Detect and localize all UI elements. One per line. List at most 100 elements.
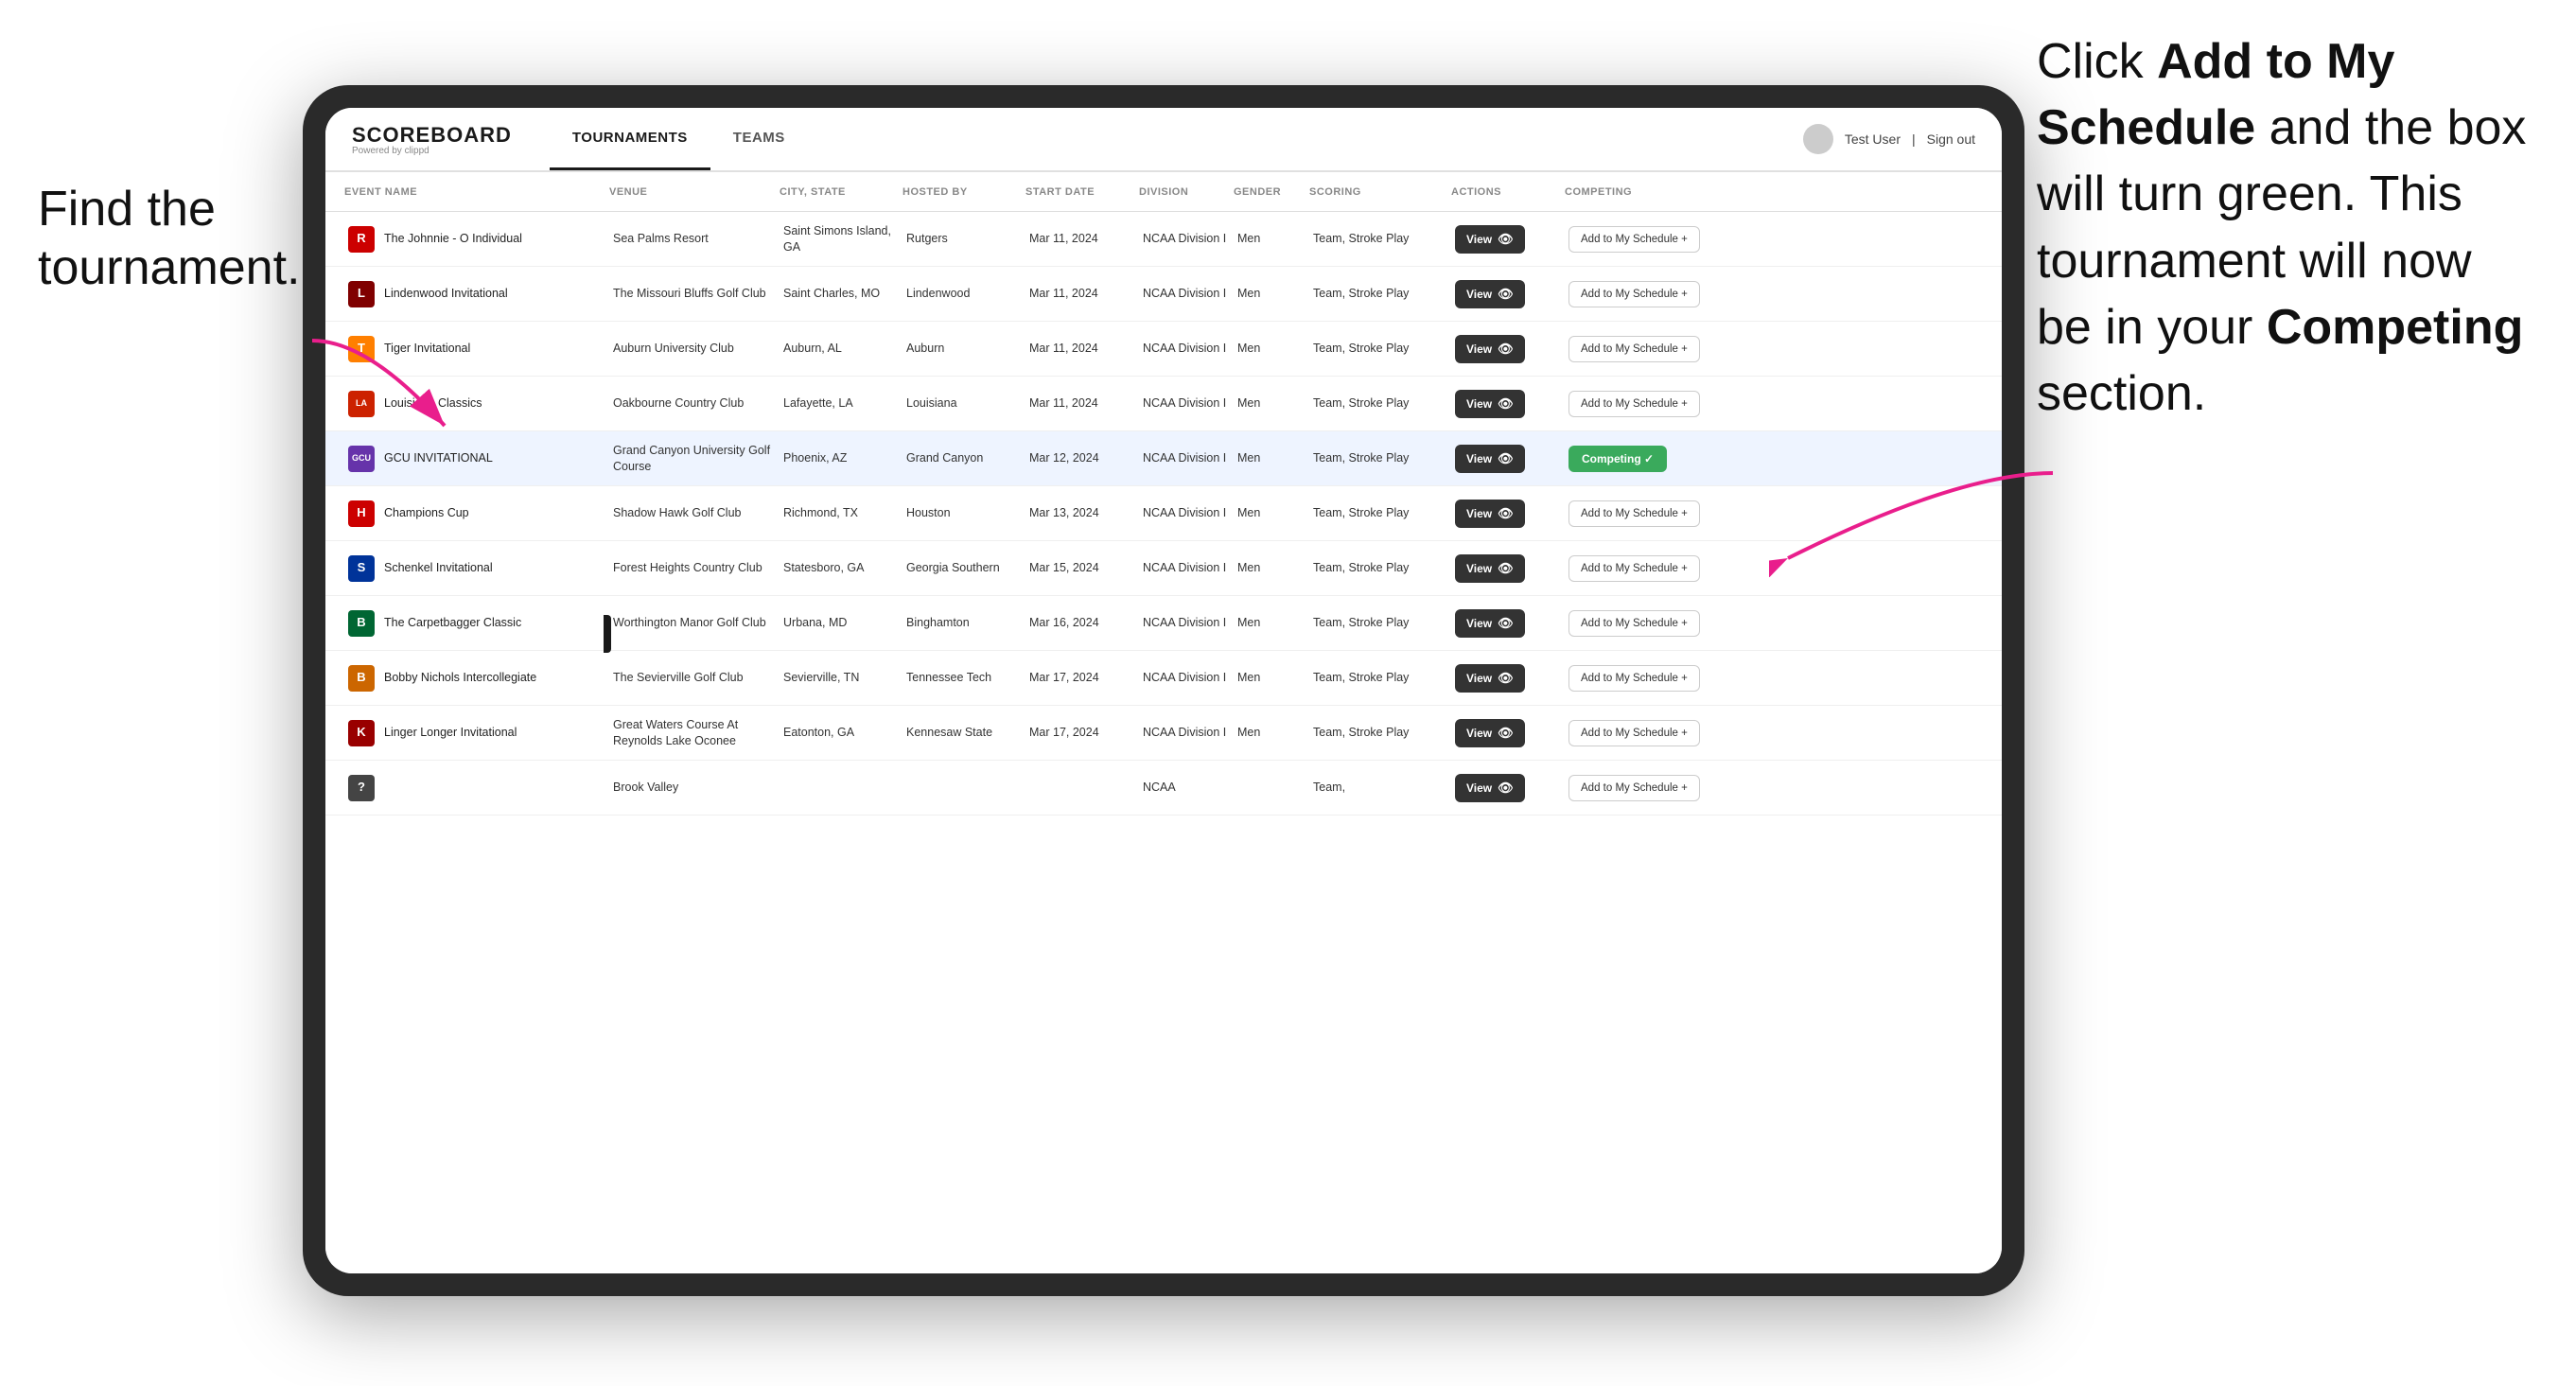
add-to-schedule-button[interactable]: Add to My Schedule + <box>1568 555 1700 582</box>
table-row: KLinger Longer InvitationalGreat Waters … <box>325 706 2002 761</box>
table-row: RThe Johnnie - O IndividualSea Palms Res… <box>325 212 2002 267</box>
competing-button[interactable]: Competing ✓ <box>1568 446 1667 472</box>
division-cell: NCAA Division I <box>1139 445 1234 471</box>
view-button[interactable]: View 👁 <box>1455 609 1525 638</box>
hosted-by-cell <box>902 782 1025 794</box>
actions-cell: View 👁 <box>1451 549 1565 588</box>
scoring-cell: Team, Stroke Play <box>1309 719 1451 746</box>
gender-cell: Men <box>1234 664 1309 691</box>
view-button[interactable]: View 👁 <box>1455 390 1525 418</box>
competing-cell: Add to My Schedule + <box>1565 605 1754 642</box>
annotation-right: Click Add to My Schedule and the box wil… <box>2037 28 2529 427</box>
scoring-cell: Team, Stroke Play <box>1309 335 1451 361</box>
view-button[interactable]: View 👁 <box>1455 554 1525 583</box>
nav-right: Test User | Sign out <box>1803 124 1975 154</box>
add-to-schedule-button[interactable]: Add to My Schedule + <box>1568 610 1700 637</box>
view-button[interactable]: View 👁 <box>1455 335 1525 363</box>
competing-cell: Add to My Schedule + <box>1565 769 1754 807</box>
scoring-cell: Team, Stroke Play <box>1309 390 1451 416</box>
view-button[interactable]: View 👁 <box>1455 774 1525 802</box>
add-to-schedule-button[interactable]: Add to My Schedule + <box>1568 226 1700 253</box>
col-start-date: START DATE <box>1025 186 1139 198</box>
add-to-schedule-button[interactable]: Add to My Schedule + <box>1568 391 1700 417</box>
city-cell: Urbana, MD <box>780 609 902 636</box>
hosted-by-cell: Georgia Southern <box>902 554 1025 581</box>
competing-cell: Add to My Schedule + <box>1565 495 1754 533</box>
team-logo: H <box>348 500 375 527</box>
add-to-schedule-button[interactable]: Add to My Schedule + <box>1568 281 1700 307</box>
start-date-cell: Mar 15, 2024 <box>1025 554 1139 581</box>
competing-cell: Add to My Schedule + <box>1565 550 1754 588</box>
division-cell: NCAA Division I <box>1139 390 1234 416</box>
event-name-cell: RThe Johnnie - O Individual <box>344 220 609 258</box>
add-to-schedule-button[interactable]: Add to My Schedule + <box>1568 500 1700 527</box>
gender-cell: Men <box>1234 280 1309 307</box>
sign-out-link[interactable]: Sign out <box>1927 132 1975 147</box>
nav-bar: SCOREBOARD Powered by clippd TOURNAMENTS… <box>325 108 2002 172</box>
view-button[interactable]: View 👁 <box>1455 664 1525 693</box>
event-name-cell: GCUGCU INVITATIONAL <box>344 440 609 478</box>
table-row: TTiger InvitationalAuburn University Clu… <box>325 322 2002 377</box>
event-name-cell: HChampions Cup <box>344 495 609 533</box>
table-area: EVENT NAME VENUE CITY, STATE HOSTED BY S… <box>325 172 2002 1273</box>
view-button[interactable]: View 👁 <box>1455 500 1525 528</box>
tablet-frame: SCOREBOARD Powered by clippd TOURNAMENTS… <box>303 85 2024 1296</box>
team-logo: LA <box>348 391 375 417</box>
start-date-cell <box>1025 782 1139 794</box>
team-logo: K <box>348 720 375 746</box>
actions-cell: View 👁 <box>1451 329 1565 369</box>
start-date-cell: Mar 12, 2024 <box>1025 445 1139 471</box>
table-body: RThe Johnnie - O IndividualSea Palms Res… <box>325 212 2002 1273</box>
add-to-schedule-button[interactable]: Add to My Schedule + <box>1568 720 1700 746</box>
event-name-text: GCU INVITATIONAL <box>384 450 493 465</box>
col-event-name: EVENT NAME <box>344 186 609 198</box>
event-name-text: The Johnnie - O Individual <box>384 231 522 246</box>
venue-cell: Shadow Hawk Golf Club <box>609 500 780 526</box>
venue-cell: The Missouri Bluffs Golf Club <box>609 280 780 307</box>
scoring-cell: Team, Stroke Play <box>1309 445 1451 471</box>
scoring-cell: Team, Stroke Play <box>1309 280 1451 307</box>
view-button[interactable]: View 👁 <box>1455 719 1525 747</box>
hosted-by-cell: Auburn <box>902 335 1025 361</box>
event-name-cell: BBobby Nichols Intercollegiate <box>344 659 609 697</box>
table-row: LALouisiana ClassicsOakbourne Country Cl… <box>325 377 2002 431</box>
add-to-schedule-button[interactable]: Add to My Schedule + <box>1568 775 1700 801</box>
event-name-text: The Carpetbagger Classic <box>384 615 521 630</box>
team-logo: ? <box>348 775 375 801</box>
gender-cell: Men <box>1234 554 1309 581</box>
start-date-cell: Mar 11, 2024 <box>1025 335 1139 361</box>
competing-cell: Competing ✓ <box>1565 440 1754 478</box>
view-button[interactable]: View 👁 <box>1455 280 1525 308</box>
city-cell: Lafayette, LA <box>780 390 902 416</box>
add-to-schedule-button[interactable]: Add to My Schedule + <box>1568 665 1700 692</box>
start-date-cell: Mar 16, 2024 <box>1025 609 1139 636</box>
scoring-cell: Team, <box>1309 774 1451 800</box>
competing-cell: Add to My Schedule + <box>1565 275 1754 313</box>
logo-area: SCOREBOARD Powered by clippd <box>352 123 512 156</box>
hosted-by-cell: Tennessee Tech <box>902 664 1025 691</box>
tab-tournaments[interactable]: TOURNAMENTS <box>550 108 710 170</box>
division-cell: NCAA Division I <box>1139 225 1234 252</box>
start-date-cell: Mar 17, 2024 <box>1025 664 1139 691</box>
view-button[interactable]: View 👁 <box>1455 225 1525 254</box>
competing-cell: Add to My Schedule + <box>1565 385 1754 423</box>
user-avatar <box>1803 124 1833 154</box>
table-row: BThe Carpetbagger ClassicWorthington Man… <box>325 596 2002 651</box>
col-division: DIVISION <box>1139 186 1234 198</box>
add-to-schedule-button[interactable]: Add to My Schedule + <box>1568 336 1700 362</box>
view-button[interactable]: View 👁 <box>1455 445 1525 473</box>
col-competing: COMPETING <box>1565 186 1754 198</box>
gender-cell: Men <box>1234 609 1309 636</box>
table-row: HChampions CupShadow Hawk Golf ClubRichm… <box>325 486 2002 541</box>
team-logo: S <box>348 555 375 582</box>
tab-teams[interactable]: TEAMS <box>710 108 808 170</box>
col-venue: VENUE <box>609 186 780 198</box>
hosted-by-cell: Kennesaw State <box>902 719 1025 746</box>
scoring-cell: Team, Stroke Play <box>1309 500 1451 526</box>
start-date-cell: Mar 11, 2024 <box>1025 225 1139 252</box>
event-name-text: Schenkel Invitational <box>384 560 493 575</box>
scoring-cell: Team, Stroke Play <box>1309 225 1451 252</box>
gender-cell: Men <box>1234 445 1309 471</box>
event-name-cell: LALouisiana Classics <box>344 385 609 423</box>
actions-cell: View 👁 <box>1451 219 1565 259</box>
